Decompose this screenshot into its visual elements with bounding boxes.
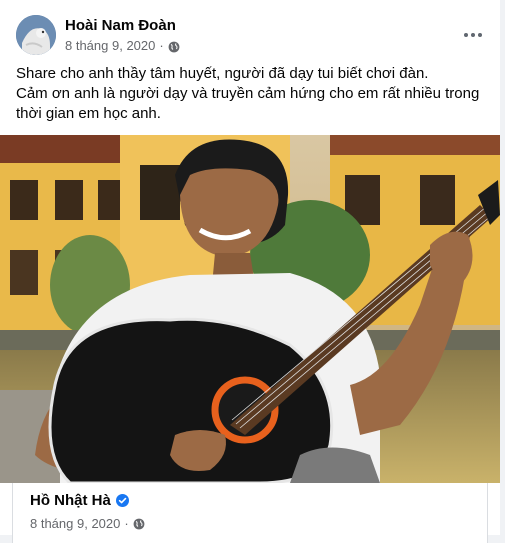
post-subtitle: 8 tháng 9, 2020 · xyxy=(65,37,180,54)
author-name[interactable]: Hoài Nam Đoàn xyxy=(65,16,180,35)
post-text-line-2: Cảm ơn anh là người dạy và truyền cảm hứ… xyxy=(16,85,480,122)
shared-post-subtitle: 8 tháng 9, 2020 · xyxy=(30,516,145,531)
globe-icon[interactable] xyxy=(168,40,180,52)
page-background-strip xyxy=(500,0,505,535)
post-meta: Hoài Nam Đoàn 8 tháng 9, 2020 · xyxy=(65,16,180,54)
globe-icon[interactable] xyxy=(133,518,145,530)
post-text: Share cho anh thầy tâm huyết, người đã d… xyxy=(16,64,486,124)
avatar-image xyxy=(16,15,56,55)
post-header: Hoài Nam Đoàn 8 tháng 9, 2020 · xyxy=(16,14,489,56)
guitar-player-photo xyxy=(0,135,500,483)
shared-author-row: Hồ Nhật Hà xyxy=(30,492,129,509)
shared-post-date[interactable]: 8 tháng 9, 2020 xyxy=(30,516,120,531)
separator-dot: · xyxy=(159,38,164,53)
post-text-line-1: Share cho anh thầy tâm huyết, người đã d… xyxy=(16,65,429,82)
more-options-button[interactable] xyxy=(457,19,489,51)
post-photo[interactable] xyxy=(0,135,500,483)
shared-post-header: Hồ Nhật Hà 8 tháng 9, 2020 · xyxy=(12,483,488,543)
verified-badge-icon xyxy=(115,494,129,507)
author-avatar[interactable] xyxy=(16,15,56,55)
separator-dot: · xyxy=(124,516,129,531)
post-date[interactable]: 8 tháng 9, 2020 xyxy=(65,37,155,54)
post-card: Hoài Nam Đoàn 8 tháng 9, 2020 · Share ch… xyxy=(0,0,505,543)
more-horizontal-icon xyxy=(464,33,482,37)
shared-author-name[interactable]: Hồ Nhật Hà xyxy=(30,492,111,509)
